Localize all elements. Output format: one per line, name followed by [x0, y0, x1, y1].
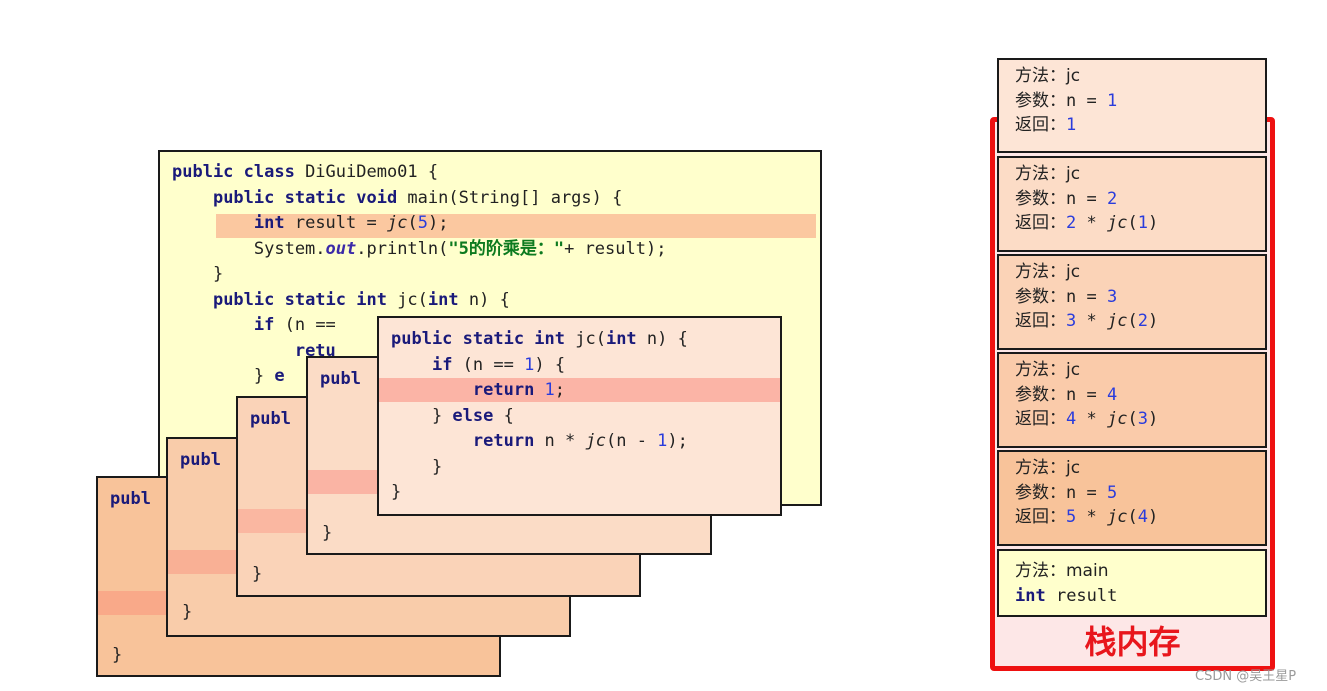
code-line: public static int jc(int n) {: [212, 289, 510, 310]
frame-return: 返回：5 * jc(4): [1015, 507, 1159, 527]
stack-memory-label: 栈内存: [1084, 623, 1181, 661]
code-line: public static int jc(int n) {: [391, 329, 688, 349]
code-line: public static void main(String[] args) {: [212, 187, 623, 208]
frame-method: 方法：jc: [1015, 66, 1081, 86]
code-line: }: [391, 482, 402, 502]
frame-param: 参数：n = 4: [1015, 384, 1118, 405]
stack-frame-main: 方法：main int result: [997, 549, 1267, 617]
code-line: System.out.println("5的阶乘是："+ result);: [172, 238, 667, 259]
closing-brace: }: [182, 602, 193, 622]
frame-method: 方法：jc: [1015, 262, 1081, 282]
jc-frame-base-case: public static int jc(int n) { if (n == 1…: [377, 316, 782, 516]
closing-brace: }: [252, 564, 263, 584]
stack-frame-jc-n2: 方法：jc 参数：n = 2 返回：2 * jc(1): [997, 156, 1267, 252]
code-line: return 1;: [472, 380, 566, 400]
code-line: public class DiGuiDemo01 {: [172, 162, 439, 182]
stack-frame-jc-n1: 方法：jc 参数：n = 1 返回：1: [997, 58, 1267, 153]
stack-frame-jc-n4: 方法：jc 参数：n = 4 返回：4 * jc(3): [997, 352, 1267, 448]
frame-param: 参数：n = 2: [1015, 188, 1118, 209]
frame-return: 返回：1: [1015, 115, 1077, 135]
frame-method: 方法：jc: [1015, 458, 1081, 478]
frame-local-var: int result: [1015, 585, 1118, 606]
frame-param: 参数：n = 3: [1015, 286, 1118, 307]
closing-brace: }: [322, 523, 333, 543]
frame-return: 返回：4 * jc(3): [1015, 409, 1159, 429]
code-line: if (n == 1) {: [431, 354, 566, 375]
frame-method: 方法：jc: [1015, 164, 1081, 184]
code-line: }: [391, 456, 443, 477]
code-line: return n * jc(n - 1);: [472, 431, 688, 451]
frame-return: 返回：3 * jc(2): [1015, 311, 1159, 331]
stack-frame-jc-n5: 方法：jc 参数：n = 5 返回：5 * jc(4): [997, 450, 1267, 546]
frame-return: 返回：2 * jc(1): [1015, 213, 1159, 233]
frame-method: 方法：main: [1015, 561, 1109, 581]
frame-param: 参数：n = 5: [1015, 482, 1118, 503]
frame-method: 方法：jc: [1015, 360, 1081, 380]
code-line: int result = jc(5);: [253, 213, 449, 233]
stack-frame-jc-n3: 方法：jc 参数：n = 3 返回：3 * jc(2): [997, 254, 1267, 350]
code-line: }: [172, 264, 224, 284]
frame-param: 参数：n = 1: [1015, 90, 1118, 111]
closing-brace: }: [112, 645, 123, 665]
watermark: CSDN @吴王星P: [1195, 669, 1297, 684]
code-line: } else {: [391, 405, 514, 426]
